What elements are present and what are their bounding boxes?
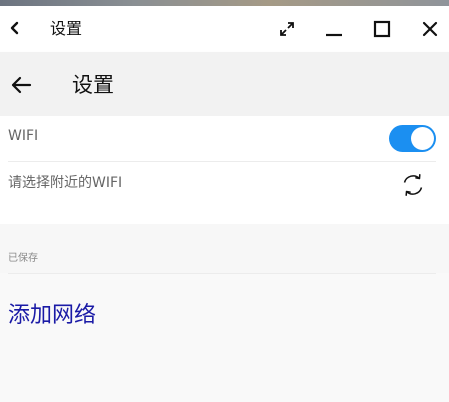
- wifi-scan-row[interactable]: 请选择附近的WIFI: [0, 162, 449, 208]
- maximize-button[interactable]: [368, 15, 396, 43]
- window-title: 设置: [50, 19, 83, 38]
- settings-content: WIFI 请选择附近的WIFI 已保存 添加网络: [0, 116, 449, 402]
- close-button[interactable]: [416, 15, 444, 43]
- chevron-left-icon: [10, 21, 19, 35]
- minimize-button[interactable]: [320, 15, 348, 43]
- page-title: 设置: [72, 73, 114, 97]
- refresh-icon: [403, 174, 423, 196]
- close-icon: [422, 21, 438, 37]
- back-button[interactable]: [6, 70, 36, 100]
- select-wifi-label: 请选择附近的WIFI: [8, 175, 123, 191]
- app-bar: 设置: [0, 52, 449, 116]
- saved-networks-card: [0, 273, 449, 402]
- toggle-knob: [411, 127, 434, 150]
- window-back-button[interactable]: [2, 15, 28, 41]
- fullscreen-icon: [280, 22, 294, 36]
- add-network-link[interactable]: 添加网络: [8, 302, 96, 330]
- wifi-label: WIFI: [8, 128, 39, 144]
- saved-section-label: 已保存: [8, 253, 38, 264]
- wifi-toggle-row: WIFI: [0, 116, 449, 162]
- minimize-icon: [326, 33, 342, 37]
- wifi-toggle[interactable]: [389, 125, 436, 152]
- window-titlebar: 设置: [0, 6, 449, 52]
- fullscreen-button[interactable]: [273, 15, 301, 43]
- refresh-button[interactable]: [400, 172, 426, 198]
- maximize-icon: [373, 20, 391, 38]
- wifi-card: WIFI 请选择附近的WIFI: [0, 116, 449, 224]
- arrow-left-icon: [11, 76, 32, 94]
- divider: [8, 273, 436, 274]
